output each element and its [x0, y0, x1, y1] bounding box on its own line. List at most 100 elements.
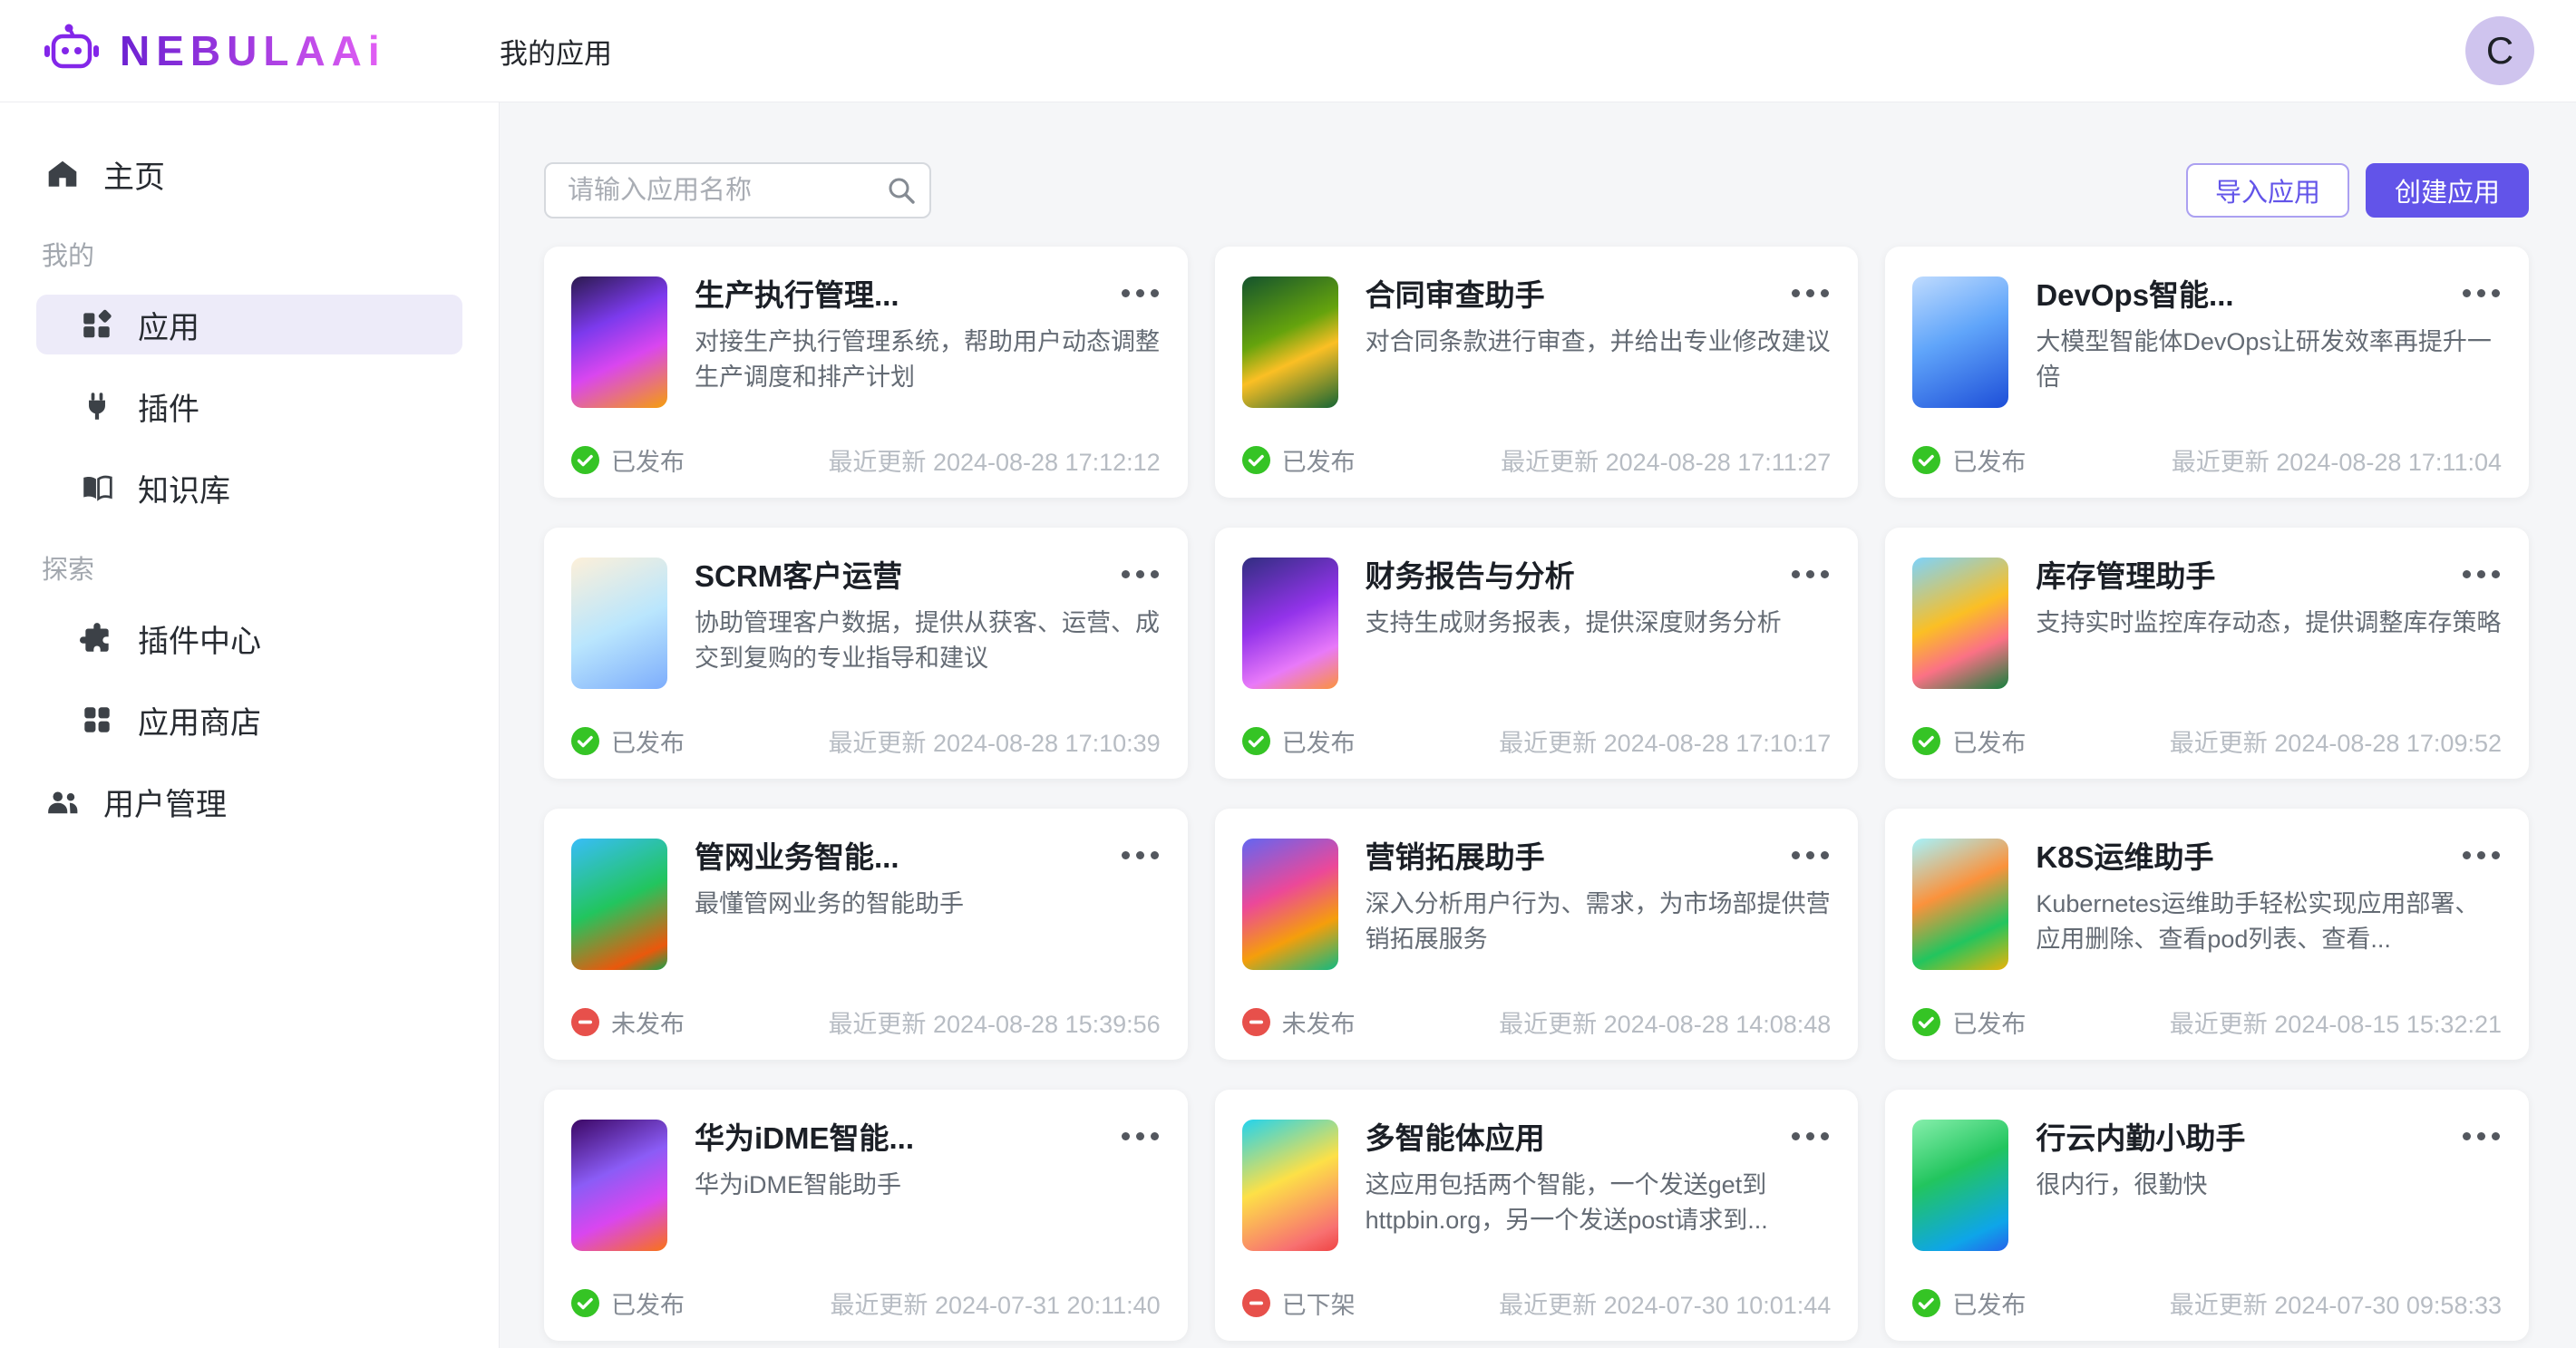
search-icon[interactable] — [886, 175, 917, 206]
app-thumbnail — [571, 839, 667, 970]
app-thumbnail — [1912, 839, 2008, 970]
app-card-title: 营销拓展助手 — [1366, 839, 1780, 876]
app-card[interactable]: 营销拓展助手 深入分析用户行为、需求，为市场部提供营销拓展服务 未发布 — [1215, 809, 1859, 1060]
app-card[interactable]: 合同审查助手 对合同条款进行审查，并给出专业修改建议 已发布 — [1215, 247, 1859, 498]
more-menu-button[interactable] — [1779, 276, 1831, 303]
status-badge: 已发布 — [1242, 723, 1356, 759]
status-label: 未发布 — [1282, 1004, 1356, 1040]
sidebar-item-knowledge[interactable]: 知识库 — [36, 458, 462, 518]
sidebar-item-user-management[interactable]: 用户管理 — [36, 771, 462, 831]
app-card-description: 大模型智能体DevOps让研发效率再提升一倍 — [2036, 325, 2502, 395]
app-card-description: 深入分析用户行为、需求，为市场部提供营销拓展服务 — [1366, 887, 1832, 957]
status-label: 已发布 — [1952, 1004, 2026, 1040]
app-card-title: K8S运维助手 — [2036, 839, 2450, 876]
ellipsis-dot-icon — [1792, 289, 1800, 297]
card-footer: 已发布 最近更新 2024-08-28 17:10:39 — [571, 723, 1161, 759]
last-updated-text: 最近更新 2024-08-28 17:10:17 — [1499, 723, 1831, 759]
status-label: 已发布 — [611, 1285, 685, 1321]
last-updated-text: 最近更新 2024-08-28 14:08:48 — [1499, 1004, 1831, 1040]
app-card[interactable]: 财务报告与分析 支持生成财务报表，提供深度财务分析 已发布 — [1215, 528, 1859, 779]
card-top: DevOps智能... 大模型智能体DevOps让研发效率再提升一倍 — [1912, 276, 2502, 408]
more-menu-button[interactable] — [1779, 1120, 1831, 1146]
card-footer: 已发布 最近更新 2024-08-28 17:10:17 — [1242, 723, 1832, 759]
status-badge: 未发布 — [571, 1004, 685, 1040]
app-card[interactable]: SCRM客户运营 协助管理客户数据，提供从获客、运营、成交到复购的专业指导和建议 — [544, 528, 1188, 779]
ellipsis-dot-icon — [1821, 1132, 1829, 1140]
published-check-icon — [1242, 446, 1270, 474]
ellipsis-dot-icon — [1806, 289, 1814, 297]
ellipsis-dot-icon — [2463, 1132, 2471, 1140]
card-footer: 已发布 最近更新 2024-08-28 17:12:12 — [571, 442, 1161, 478]
more-menu-button[interactable] — [1109, 1120, 1161, 1146]
last-updated-text: 最近更新 2024-08-28 17:09:52 — [2170, 723, 2502, 759]
app-card[interactable]: 生产执行管理... 对接生产执行管理系统，帮助用户动态调整生产调度和排产计划 已… — [544, 247, 1188, 498]
more-menu-button[interactable] — [1109, 276, 1161, 303]
app-card[interactable]: 管网业务智能... 最懂管网业务的智能助手 未发布 最近 — [544, 809, 1188, 1060]
ellipsis-dot-icon — [1821, 570, 1829, 578]
card-top: 行云内勤小助手 很内行，很勤快 — [1912, 1120, 2502, 1251]
app-thumbnail — [1912, 1120, 2008, 1251]
search-input[interactable] — [544, 162, 931, 218]
more-menu-button[interactable] — [1109, 839, 1161, 865]
sidebar-item-apps[interactable]: 应用 — [36, 295, 462, 354]
app-card-title: 库存管理助手 — [2036, 558, 2450, 595]
app-card[interactable]: 库存管理助手 支持实时监控库存动态，提供调整库存策略 已发布 — [1885, 528, 2529, 779]
card-footer: 未发布 最近更新 2024-08-28 14:08:48 — [1242, 1004, 1832, 1040]
app-card[interactable]: 华为iDME智能... 华为iDME智能助手 已发布 最 — [544, 1090, 1188, 1341]
app-card-grid: 生产执行管理... 对接生产执行管理系统，帮助用户动态调整生产调度和排产计划 已… — [544, 247, 2529, 1341]
ellipsis-dot-icon — [2477, 1132, 2485, 1140]
home-icon — [45, 157, 80, 191]
status-badge: 已发布 — [1912, 1285, 2026, 1321]
last-updated-text: 最近更新 2024-08-28 17:10:39 — [828, 723, 1160, 759]
app-header: NEBULAAi 我的应用 C — [0, 0, 2576, 102]
logo-wordmark: NEBULAAi — [120, 26, 386, 75]
create-app-button[interactable]: 创建应用 — [2366, 163, 2529, 218]
sidebar-item-plugins[interactable]: 插件 — [36, 376, 462, 436]
app-card[interactable]: 行云内勤小助手 很内行，很勤快 已发布 最近更新 202 — [1885, 1090, 2529, 1341]
card-top: 生产执行管理... 对接生产执行管理系统，帮助用户动态调整生产调度和排产计划 — [571, 276, 1161, 408]
more-menu-button[interactable] — [1109, 558, 1161, 584]
app-card-description: 对合同条款进行审查，并给出专业修改建议 — [1366, 325, 1832, 360]
ellipsis-dot-icon — [2463, 289, 2471, 297]
published-check-icon — [571, 1289, 599, 1317]
card-body: 华为iDME智能... 华为iDME智能助手 — [695, 1120, 1161, 1251]
ellipsis-dot-icon — [2492, 289, 2500, 297]
more-menu-button[interactable] — [2450, 276, 2502, 303]
unpublished-minus-icon — [1242, 1008, 1270, 1036]
app-card-title: DevOps智能... — [2036, 276, 2450, 314]
sidebar-item-home[interactable]: 主页 — [36, 144, 462, 204]
ellipsis-dot-icon — [1806, 570, 1814, 578]
ellipsis-dot-icon — [1151, 1132, 1159, 1140]
ellipsis-dot-icon — [1151, 851, 1159, 859]
card-top: 财务报告与分析 支持生成财务报表，提供深度财务分析 — [1242, 558, 1832, 689]
app-card[interactable]: K8S运维助手 Kubernetes运维助手轻松实现应用部署、应用删除、查看po… — [1885, 809, 2529, 1060]
last-updated-text: 最近更新 2024-08-28 17:11:04 — [2172, 442, 2502, 478]
more-menu-button[interactable] — [1779, 839, 1831, 865]
more-menu-button[interactable] — [1779, 558, 1831, 584]
users-icon — [45, 784, 80, 819]
import-app-button[interactable]: 导入应用 — [2186, 163, 2349, 218]
status-label: 已下架 — [1282, 1285, 1356, 1321]
sidebar-item-plugin-center[interactable]: 插件中心 — [36, 608, 462, 668]
card-body: 营销拓展助手 深入分析用户行为、需求，为市场部提供营销拓展服务 — [1366, 839, 1832, 970]
app-card[interactable]: DevOps智能... 大模型智能体DevOps让研发效率再提升一倍 已发布 — [1885, 247, 2529, 498]
more-menu-button[interactable] — [2450, 839, 2502, 865]
app-card-description: 对接生产执行管理系统，帮助用户动态调整生产调度和排产计划 — [695, 325, 1161, 395]
card-top: K8S运维助手 Kubernetes运维助手轻松实现应用部署、应用删除、查看po… — [1912, 839, 2502, 970]
last-updated-text: 最近更新 2024-07-30 09:58:33 — [2170, 1285, 2502, 1321]
published-check-icon — [571, 446, 599, 474]
app-card-title: 财务报告与分析 — [1366, 558, 1780, 595]
ellipsis-dot-icon — [1151, 570, 1159, 578]
nav-my-apps[interactable]: 我的应用 — [500, 31, 612, 72]
more-menu-button[interactable] — [2450, 558, 2502, 584]
user-avatar[interactable]: C — [2465, 16, 2534, 85]
app-card-title: 生产执行管理... — [695, 276, 1109, 314]
sidebar-item-app-store[interactable]: 应用商店 — [36, 690, 462, 750]
app-card[interactable]: 多智能体应用 这应用包括两个智能，一个发送get到httpbin.org，另一个… — [1215, 1090, 1859, 1341]
status-badge: 已发布 — [1912, 442, 2026, 478]
more-menu-button[interactable] — [2450, 1120, 2502, 1146]
card-top: 营销拓展助手 深入分析用户行为、需求，为市场部提供营销拓展服务 — [1242, 839, 1832, 970]
ellipsis-dot-icon — [1792, 851, 1800, 859]
logo[interactable]: NEBULAAi — [42, 23, 500, 79]
status-label: 已发布 — [1282, 723, 1356, 759]
